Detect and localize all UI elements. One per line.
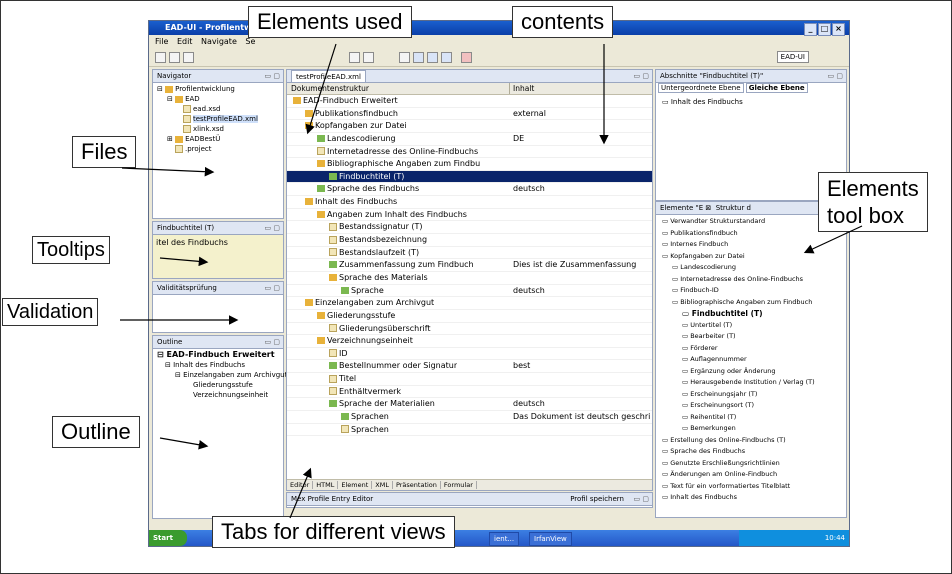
arrow-tabs bbox=[289, 467, 312, 519]
callout-arrows bbox=[120, 43, 863, 519]
arrow-files bbox=[121, 166, 215, 177]
arrow-elements-used bbox=[305, 43, 337, 135]
arrow-elements-toolbox bbox=[803, 225, 863, 254]
arrow-tooltips bbox=[159, 256, 209, 267]
arrow-outline bbox=[159, 437, 209, 450]
